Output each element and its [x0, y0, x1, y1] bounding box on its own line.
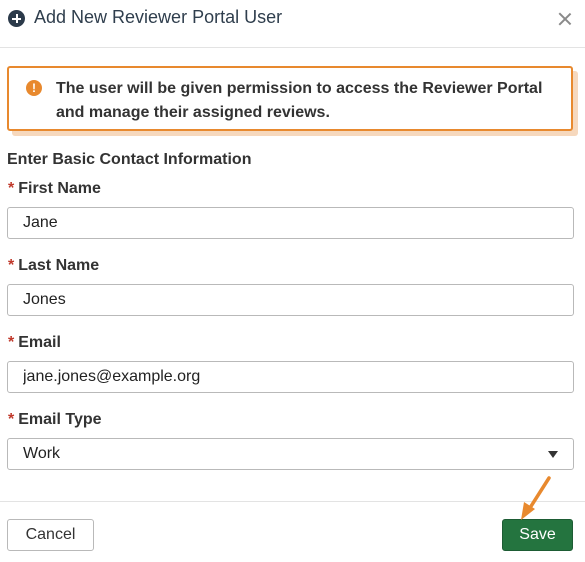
last-name-label: * Last Name — [8, 257, 99, 275]
dialog-header: Add New Reviewer Portal User — [0, 0, 585, 48]
close-icon[interactable] — [552, 6, 578, 32]
footer-divider — [0, 501, 585, 502]
plus-circle-icon — [8, 10, 25, 27]
email-label-text: Email — [18, 334, 61, 351]
email-input[interactable] — [7, 361, 574, 393]
section-title: Enter Basic Contact Information — [7, 151, 252, 168]
email-type-label-text: Email Type — [18, 411, 102, 428]
required-marker: * — [8, 411, 15, 428]
permission-alert: ! The user will be given permission to a… — [7, 66, 573, 131]
required-marker: * — [8, 257, 15, 274]
email-type-select[interactable]: Work — [7, 438, 574, 470]
required-marker: * — [8, 180, 15, 197]
email-label: * Email — [8, 334, 61, 352]
first-name-label: * First Name — [8, 180, 101, 198]
dialog-title: Add New Reviewer Portal User — [34, 7, 283, 27]
alert-message: The user will be given permission to acc… — [56, 80, 543, 121]
last-name-label-text: Last Name — [18, 257, 100, 274]
cancel-button[interactable]: Cancel — [7, 519, 94, 551]
chevron-down-icon — [548, 451, 558, 458]
email-type-label: * Email Type — [8, 411, 102, 429]
required-marker: * — [8, 334, 15, 351]
first-name-label-text: First Name — [18, 180, 101, 197]
exclamation-circle-icon: ! — [26, 80, 42, 96]
add-reviewer-dialog: Add New Reviewer Portal User ! The user … — [0, 0, 585, 562]
last-name-input[interactable] — [7, 284, 574, 316]
first-name-input[interactable] — [7, 207, 574, 239]
save-button[interactable]: Save — [502, 519, 573, 551]
email-type-value: Work — [23, 445, 61, 462]
